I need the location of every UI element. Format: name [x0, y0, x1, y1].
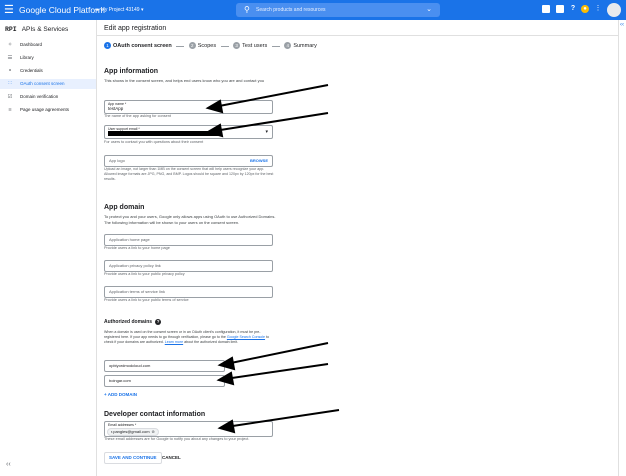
annotation-arrows [205, 84, 340, 434]
annotation-arrow [213, 112, 329, 132]
annotation-arrow [224, 363, 329, 380]
annotation-arrow [225, 342, 329, 365]
annotation-arrow [225, 409, 340, 428]
annotation-arrow [213, 84, 329, 108]
annotation-arrowhead [217, 356, 236, 371]
annotation-arrowhead [217, 419, 236, 434]
annotation-arrowhead [205, 99, 224, 114]
annotation-arrowhead [205, 123, 224, 138]
annotation-arrowhead [216, 371, 235, 386]
